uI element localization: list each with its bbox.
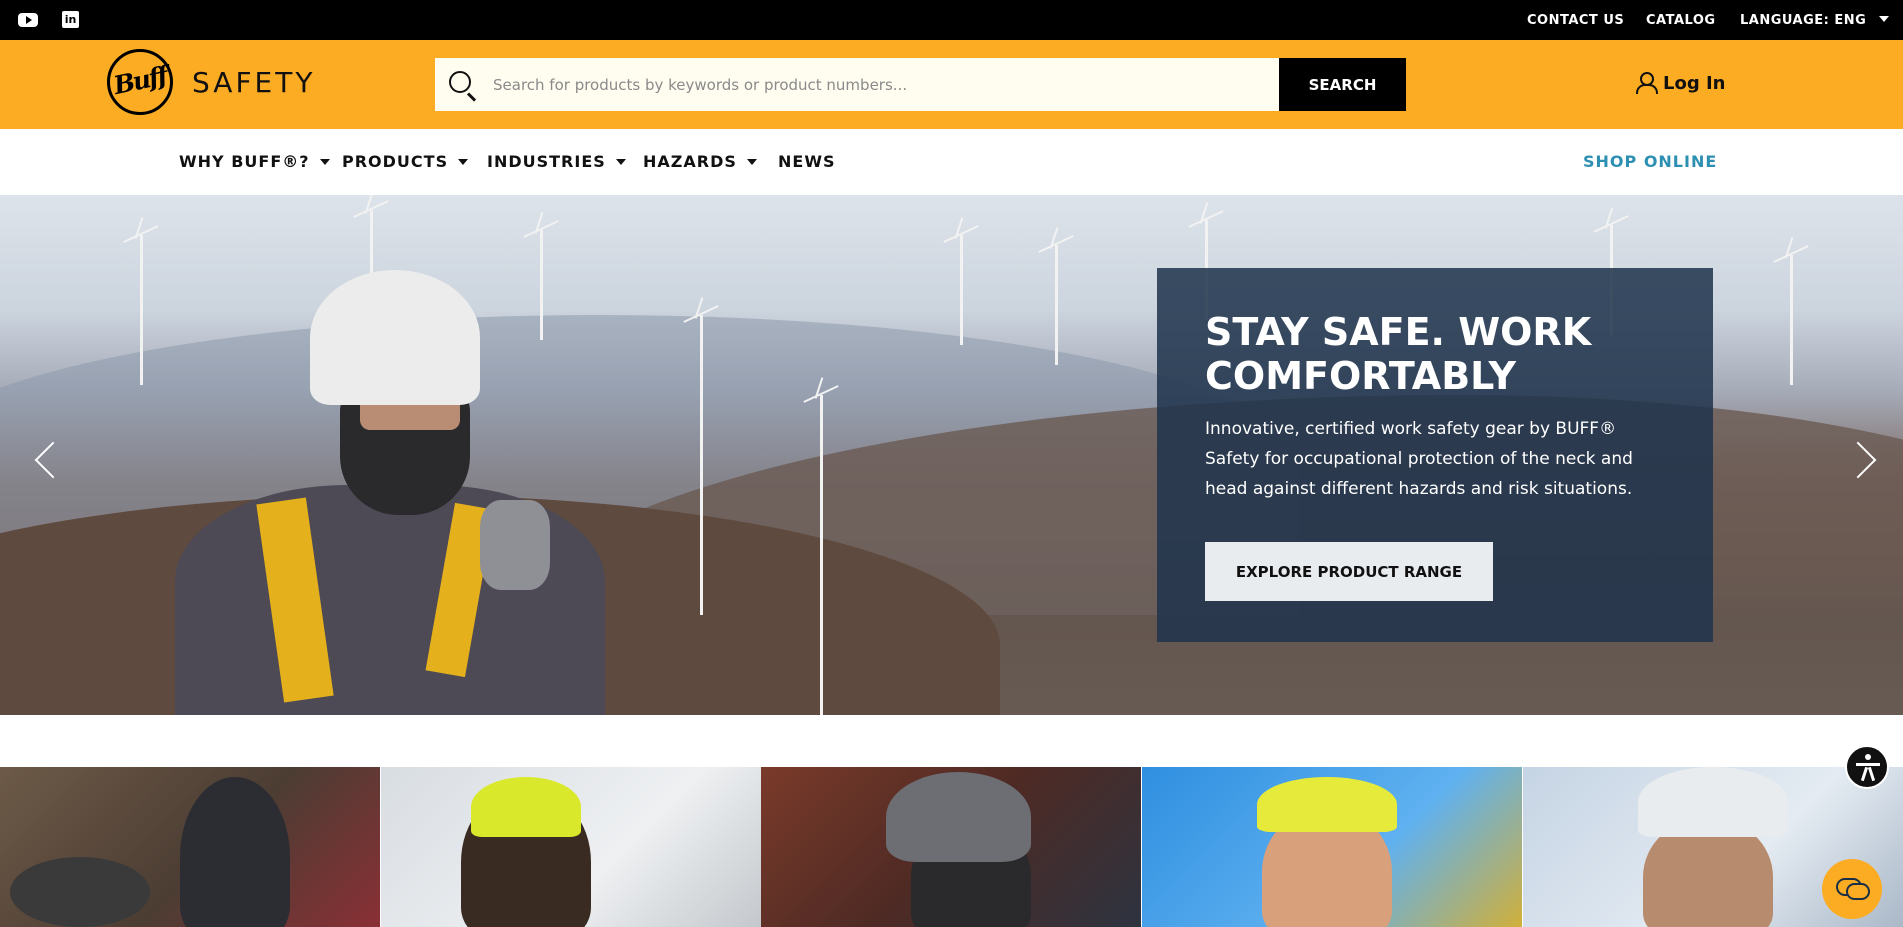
language-selector[interactable]: LANGUAGE: ENG xyxy=(1740,13,1890,28)
hero-title: STAY SAFE. WORK COMFORTABLY xyxy=(1205,310,1592,398)
tile-image-detail xyxy=(886,772,1031,862)
tile-image-detail xyxy=(1257,777,1397,832)
tile-image-detail xyxy=(10,857,150,927)
linkedin-icon[interactable]: in xyxy=(61,10,81,30)
category-tile[interactable] xyxy=(381,767,761,927)
nav-item-products[interactable]: PRODUCTS xyxy=(342,152,469,171)
search-input[interactable] xyxy=(493,58,1313,111)
chat-icon[interactable] xyxy=(1822,859,1882,919)
tile-image-detail xyxy=(471,777,581,837)
nav-item-why-buff[interactable]: WHY BUFF®? xyxy=(179,152,330,171)
contact-us-link[interactable]: CONTACT US xyxy=(1527,13,1624,28)
nav-label: NEWS xyxy=(778,152,836,171)
wind-turbine xyxy=(1055,245,1058,365)
nav-item-news[interactable]: NEWS xyxy=(778,152,836,171)
site-header: Buff SAFETY SEARCH Log In xyxy=(0,40,1903,129)
top-utility-bar: in CONTACT US CATALOG LANGUAGE: ENG xyxy=(0,0,1903,40)
buff-logo[interactable]: Buff xyxy=(107,49,173,115)
language-value: ENG xyxy=(1834,13,1867,28)
search-icon xyxy=(449,71,471,93)
hero-description: Innovative, certified work safety gear b… xyxy=(1205,419,1633,499)
user-icon xyxy=(1636,72,1658,94)
nav-label: INDUSTRIES xyxy=(487,152,606,171)
logo-mark-text: Buff xyxy=(111,60,169,101)
caret-down-icon xyxy=(319,159,330,165)
wind-turbine xyxy=(700,315,703,615)
a11y-arms xyxy=(1856,763,1880,766)
caret-down-icon xyxy=(458,159,469,165)
hero-worker-figure xyxy=(95,255,635,715)
worker-glove xyxy=(480,500,550,590)
caret-down-icon xyxy=(746,159,757,165)
main-navigation: WHY BUFF®? PRODUCTS INDUSTRIES HAZARDS N… xyxy=(0,129,1903,195)
chevron-down-icon xyxy=(1879,16,1890,22)
nav-item-industries[interactable]: INDUSTRIES xyxy=(487,152,626,171)
accessibility-icon[interactable] xyxy=(1845,745,1889,789)
a11y-leg xyxy=(1867,766,1876,782)
wind-turbine xyxy=(960,235,963,345)
chat-bubble xyxy=(1846,883,1870,900)
explore-product-range-button[interactable]: EXPLORE PRODUCT RANGE xyxy=(1205,542,1493,601)
catalog-link[interactable]: CATALOG xyxy=(1646,13,1716,28)
a11y-leg xyxy=(1860,766,1869,782)
tile-image-detail xyxy=(1638,767,1788,837)
search-bar: SEARCH xyxy=(435,58,1406,111)
a11y-head xyxy=(1865,754,1871,760)
login-label: Log In xyxy=(1663,73,1726,94)
tile-image-figure xyxy=(180,777,290,927)
language-label: LANGUAGE: xyxy=(1740,13,1830,28)
shop-online-link[interactable]: SHOP ONLINE xyxy=(1583,152,1717,171)
category-tiles xyxy=(0,767,1903,927)
wind-turbine xyxy=(820,395,823,715)
nav-label: WHY BUFF®? xyxy=(179,152,310,171)
hero-card: STAY SAFE. WORK COMFORTABLY Innovative, … xyxy=(1157,268,1713,642)
safety-helmet xyxy=(310,270,480,405)
nav-label: PRODUCTS xyxy=(342,152,449,171)
nav-label: HAZARDS xyxy=(643,152,737,171)
youtube-icon[interactable] xyxy=(18,10,38,30)
category-tile[interactable] xyxy=(1142,767,1522,927)
logo-wordmark: SAFETY xyxy=(192,66,316,99)
login-link[interactable]: Log In xyxy=(1636,72,1726,94)
category-tile[interactable] xyxy=(761,767,1141,927)
search-button[interactable]: SEARCH xyxy=(1279,58,1406,111)
nav-item-hazards[interactable]: HAZARDS xyxy=(643,152,757,171)
caret-down-icon xyxy=(615,159,626,165)
wind-turbine xyxy=(1790,255,1793,385)
category-tile[interactable] xyxy=(0,767,380,927)
